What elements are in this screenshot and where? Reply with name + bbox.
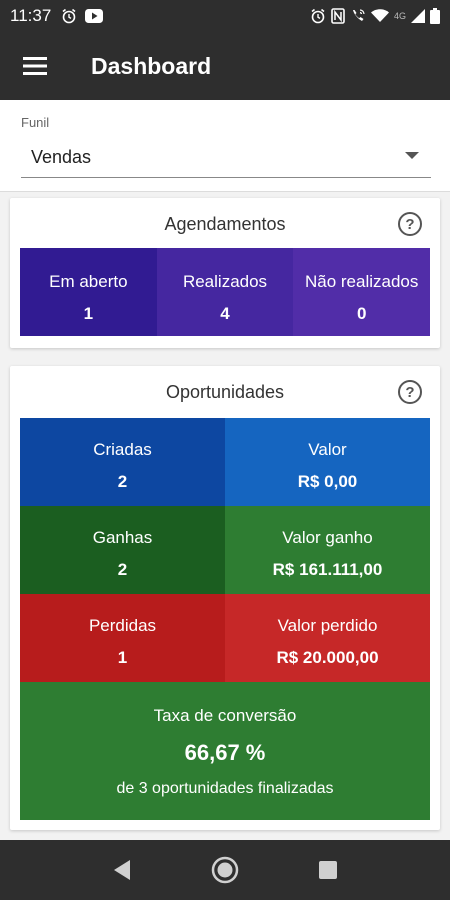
cell-label: Não realizados xyxy=(304,272,419,291)
funil-section: Funil Vendas xyxy=(0,100,450,192)
oportunidade-criadas[interactable]: Criadas 2 xyxy=(20,418,225,506)
alarm-icon xyxy=(310,8,326,24)
agendamento-em-aberto[interactable]: Em aberto 1 xyxy=(20,248,157,336)
cell-value: 0 xyxy=(356,304,367,323)
alarm-icon xyxy=(61,8,77,24)
network-label: 4G xyxy=(393,11,406,21)
taxa-conversao-block: Taxa de conversão 66,67 % de 3 oportunid… xyxy=(20,682,430,820)
oportunidades-help-icon[interactable]: ? xyxy=(398,380,422,404)
cell-label: Em aberto xyxy=(49,272,128,291)
recents-icon xyxy=(319,861,338,879)
menu-button[interactable] xyxy=(0,32,70,100)
cell-value: R$ 20.000,00 xyxy=(276,648,379,667)
cell-value: 2 xyxy=(117,560,128,579)
cell-value: 2 xyxy=(117,472,128,491)
funil-label: Funil xyxy=(21,115,50,130)
cell-label: Criadas xyxy=(93,440,152,459)
back-icon xyxy=(113,860,130,880)
system-nav-bar xyxy=(0,840,450,900)
oportunidade-valor-perdido[interactable]: Valor perdido R$ 20.000,00 xyxy=(225,594,430,682)
conversion-subtitle: de 3 oportunidades finalizadas xyxy=(116,780,334,797)
dropdown-arrow-icon xyxy=(405,152,419,159)
home-button[interactable] xyxy=(205,850,245,890)
nfc-icon xyxy=(331,8,345,24)
cell-value: R$ 161.111,00 xyxy=(272,560,383,579)
cell-label: Valor xyxy=(308,440,347,459)
conversion-value: 66,67 % xyxy=(184,740,266,765)
agendamentos-help-icon[interactable]: ? xyxy=(398,212,422,236)
agendamentos-row: Em aberto 1 Realizados 4 Não realizados … xyxy=(20,248,431,336)
cell-value: 1 xyxy=(83,304,94,323)
wifi-call-icon xyxy=(350,8,366,24)
cell-label: Valor ganho xyxy=(282,528,373,547)
oportunidade-ganhas[interactable]: Ganhas 2 xyxy=(20,506,225,594)
cell-label: Realizados xyxy=(182,272,268,291)
cell-value: 1 xyxy=(117,648,128,667)
agendamentos-card: Agendamentos ? Em aberto 1 Realizados 4 … xyxy=(10,198,440,348)
agendamentos-title: Agendamentos xyxy=(164,214,286,234)
agendamento-nao-realizados[interactable]: Não realizados 0 xyxy=(293,248,431,336)
cell-value: 4 xyxy=(220,304,230,323)
status-bar: 11:37 4G xyxy=(0,0,450,32)
recents-button[interactable] xyxy=(308,850,348,890)
conversion-label: Taxa de conversão xyxy=(153,706,297,725)
cell-value: R$ 0,00 xyxy=(297,472,358,491)
app-bar: Dashboard xyxy=(0,32,450,100)
oportunidades-grid: Criadas 2 Valor R$ 0,00 Ganhas 2 Valor g… xyxy=(20,418,430,820)
battery-icon xyxy=(430,8,440,24)
oportunidade-perdidas[interactable]: Perdidas 1 xyxy=(20,594,225,682)
agendamento-realizados[interactable]: Realizados 4 xyxy=(156,248,294,336)
oportunidades-title: Oportunidades xyxy=(165,382,285,402)
status-right-icons: 4G xyxy=(310,8,440,24)
status-time: 11:37 xyxy=(10,6,52,25)
oportunidade-valor[interactable]: Valor R$ 0,00 xyxy=(225,418,430,506)
oportunidades-row: Criadas 2 Valor R$ 0,00 xyxy=(20,418,430,506)
signal-icon xyxy=(411,9,425,23)
home-icon xyxy=(211,856,239,884)
cell-label: Ganhas xyxy=(92,528,153,547)
oportunidades-card: Oportunidades ? Criadas 2 Valor R$ 0,00 … xyxy=(10,366,440,830)
youtube-icon xyxy=(85,9,104,23)
wifi-icon xyxy=(370,9,389,23)
oportunidade-valor-ganho[interactable]: Valor ganho R$ 161.111,00 xyxy=(225,506,430,594)
menu-icon xyxy=(23,57,47,75)
oportunidades-row: Perdidas 1 Valor perdido R$ 20.000,00 xyxy=(20,594,430,682)
oportunidades-row: Ganhas 2 Valor ganho R$ 161.111,00 xyxy=(20,506,430,594)
funil-select[interactable]: Vendas xyxy=(21,136,431,178)
cell-label: Perdidas xyxy=(88,616,157,635)
funil-select-value: Vendas xyxy=(31,147,92,167)
page-title: Dashboard xyxy=(91,52,212,79)
back-button[interactable] xyxy=(102,850,142,890)
cell-label: Valor perdido xyxy=(277,616,378,635)
